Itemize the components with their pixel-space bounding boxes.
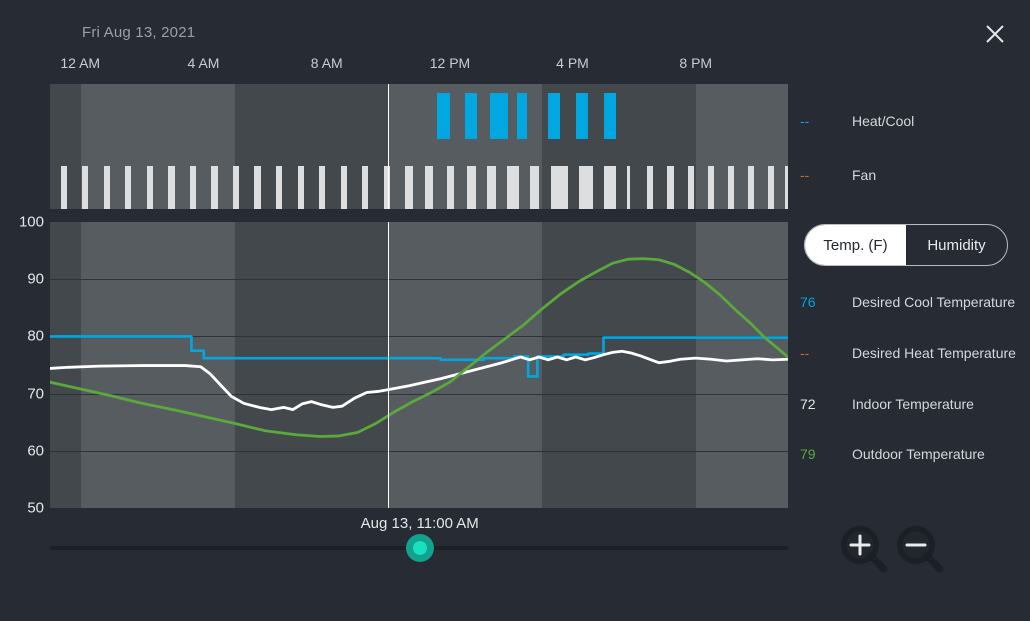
page-title: Fri Aug 13, 2021 [82, 24, 196, 41]
fan-runtime-bar [405, 166, 413, 209]
thermostat-history-dialog: Fri Aug 13, 2021 12 AM 4 AM 8 AM 12 PM 4 PM 8… [0, 0, 1030, 621]
fan-runtime-bar [362, 166, 369, 209]
legend-value: -- [800, 113, 810, 129]
zoom-in-icon[interactable] [836, 521, 892, 577]
fan-runtime-bar [768, 166, 775, 209]
scrubber-time-label: Aug 13, 11:00 AM [360, 515, 479, 532]
fan-runtime-bar [603, 166, 616, 209]
legend-label: Fan [852, 167, 877, 183]
fan-runtime-bar [125, 166, 132, 209]
temperature-chart [50, 222, 788, 508]
fan-runtime-bar [529, 166, 539, 209]
fan-runtime-bar [551, 166, 569, 209]
fan-runtime-bar [254, 166, 261, 209]
time-axis-tick: 12 AM [60, 55, 101, 71]
y-axis-tick: 70 [27, 385, 44, 403]
close-icon[interactable] [978, 17, 1012, 51]
temperature-legend-item: 79 Outdoor Temperature [800, 446, 985, 463]
fan-runtime-bar [425, 166, 433, 209]
fan-runtime-bar [446, 166, 455, 209]
y-axis-tick: 50 [27, 499, 44, 517]
series-line [50, 349, 788, 412]
fan-runtime-bar [103, 166, 110, 209]
legend-label: Desired Cool Temperature [852, 294, 1016, 310]
fan-runtime-row [50, 146, 788, 209]
fan-runtime-bar [748, 166, 755, 209]
fan-runtime-bar [211, 166, 218, 209]
fan-runtime-bar [728, 166, 735, 209]
cursor-line [388, 84, 390, 209]
time-axis-tick: 12 PM [429, 55, 471, 71]
time-axis: 12 AM 4 AM 8 AM 12 PM 4 PM 8 PM [50, 55, 788, 77]
fan-runtime-bar [168, 166, 175, 209]
fan-runtime-bar [319, 166, 326, 209]
legend-label: Indoor Temperature [852, 396, 974, 412]
time-axis-tick: 8 PM [679, 55, 713, 71]
equipment-legend-item: -- Fan [800, 166, 876, 184]
legend-value: -- [800, 167, 810, 183]
y-axis-tick: 100 [18, 213, 44, 231]
metric-toggle[interactable]: Temp. (F) Humidity [804, 224, 1008, 266]
fan-runtime-bar [506, 166, 519, 209]
fan-runtime-bar [784, 166, 788, 209]
fan-runtime-bar [232, 166, 240, 209]
legend-value: 79 [800, 446, 816, 462]
y-axis-tick: 60 [27, 442, 44, 460]
fan-runtime-bar [297, 166, 304, 209]
y-axis: 100 90 80 70 60 50 [0, 214, 44, 517]
heat-cool-runtime-bar [489, 93, 509, 139]
fan-runtime-bar [486, 166, 496, 209]
heat-cool-runtime-bar [603, 93, 616, 139]
fan-runtime-bar [340, 166, 347, 209]
heat-cool-runtime-bar [575, 93, 589, 139]
fan-runtime-bar [666, 166, 675, 209]
time-axis-tick: 8 AM [310, 55, 343, 71]
legend-label: Heat/Cool [852, 113, 915, 129]
fan-runtime-bar [688, 166, 695, 209]
equipment-legend-item: -- Heat/Cool [800, 112, 914, 130]
legend-value: -- [800, 345, 810, 361]
temperature-legend-item: 72 Indoor Temperature [800, 396, 974, 413]
fan-runtime-bar [189, 166, 197, 209]
y-axis-tick: 80 [27, 327, 44, 345]
fan-runtime-bar [708, 166, 715, 209]
time-axis-tick: 4 PM [556, 55, 589, 71]
tab-humidity[interactable]: Humidity [906, 225, 1007, 265]
scrubber-handle[interactable] [405, 534, 434, 562]
temperature-legend-item: 76 Desired Cool Temperature [800, 294, 1015, 311]
legend-value: 72 [800, 396, 816, 412]
fan-runtime-bar [626, 166, 630, 209]
legend-label: Desired Heat Temperature [852, 345, 1016, 361]
fan-runtime-bar [276, 166, 283, 209]
fan-runtime-bar [466, 166, 476, 209]
temperature-legend-item: -- Desired Heat Temperature [800, 345, 1016, 362]
heat-cool-runtime-bar [437, 93, 450, 139]
fan-runtime-bar [646, 166, 653, 209]
fan-runtime-bar [146, 166, 153, 209]
heat-cool-runtime-bar [548, 93, 561, 139]
chart-series-layer [50, 257, 788, 438]
heat-cool-runtime-bar [517, 93, 527, 139]
zoom-out-icon[interactable] [892, 521, 948, 577]
heat-cool-runtime-bar [465, 93, 478, 139]
y-axis-tick: 90 [27, 270, 44, 288]
legend-value: 76 [800, 294, 816, 310]
cursor-line [388, 222, 390, 508]
fan-runtime-bar [578, 166, 593, 209]
tab-temperature[interactable]: Temp. (F) [805, 225, 906, 265]
heat-cool-runtime-row [50, 84, 788, 146]
equipment-runtime-panel [50, 84, 788, 209]
series-line [50, 335, 788, 378]
legend-label: Outdoor Temperature [852, 446, 985, 462]
series-line [50, 257, 788, 438]
time-axis-tick: 4 AM [187, 55, 220, 71]
fan-runtime-bar [60, 166, 67, 209]
fan-runtime-bar [82, 166, 89, 209]
